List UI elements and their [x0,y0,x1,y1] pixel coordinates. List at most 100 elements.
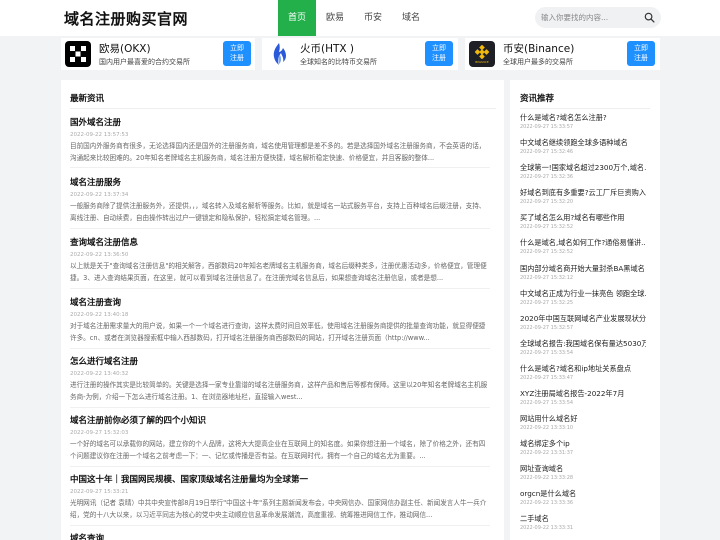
exchange-name[interactable]: 欧易(OKX) [99,41,151,56]
recommend-item-date: 2022-09-22 13:33:28 [520,475,574,481]
register-button-line2: 注册 [230,54,244,62]
divider [70,407,490,408]
article-item: 国外域名注册 2022-09-22 13:57:53 目前国内外服务商有很多，无… [70,116,490,164]
divider [520,108,650,109]
recommend-item-date: 2022-09-27 15:32:36 [520,174,574,180]
register-button-htx[interactable]: 立即 注册 [425,41,453,66]
recommend-item-date: 2022-09-22 13:31:37 [520,450,574,456]
recommend-item-date: 2022-09-27 15:33:54 [520,400,574,406]
recommend-item-title[interactable]: 网站用什么域名好 [520,414,646,424]
recommend-item-date: 2022-09-27 15:32:20 [520,199,574,205]
binance-logo-icon: BINANCE [469,41,495,67]
main-nav: 首页 欧易 币安 域名 [278,0,430,36]
recommend-item: 二手域名 2022-09-22 13:33:31 [520,514,646,531]
article-title[interactable]: 域名注册前你必须了解的四个小知识 [70,414,490,426]
recommend-item-title[interactable]: 中文域名继续领跑全球多语种域名 [520,138,646,148]
article-date: 2022-09-22 13:57:53 [70,132,129,138]
recommend-item-title[interactable]: 什么是域名,域名如何工作?通俗易懂讲... [520,238,646,248]
site-header: 域名注册购买官网 首页 欧易 币安 域名 输入你要找的内容... [0,0,720,36]
recommend-item-date: 2022-09-22 13:33:10 [520,425,574,431]
recommend-item: 域名绑定多个ip 2022-09-22 13:31:37 [520,439,646,456]
recommend-item-date: 2022-09-27 15:32:57 [520,325,574,331]
recommend-item-date: 2022-09-27 15:33:57 [520,124,574,130]
recommend-item: 中文域名正成为行业一抹亮色 领跑全球... 2022-09-27 15:32:2… [520,289,646,306]
recommend-item-title[interactable]: 什么是域名?域名和ip地址关系盘点 [520,364,646,374]
recommend-item-date: 2022-09-27 15:32:46 [520,149,574,155]
recommend-item-title[interactable]: 网址查询域名 [520,464,646,474]
recommend-item: orgcn是什么域名 2022-09-22 13:33:36 [520,489,646,506]
divider [70,108,496,109]
divider [70,228,490,229]
recommend-item: 2020年中国互联网域名产业发展现状分... 2022-09-27 15:32:… [520,314,646,331]
recommend-item-title[interactable]: 二手域名 [520,514,646,524]
recommend-item: 全球第一!国家域名超过2300万个,域名... 2022-09-27 15:32… [520,163,646,180]
nav-okx[interactable]: 欧易 [316,0,354,36]
divider [70,288,490,289]
article-date: 2022-09-22 13:36:50 [70,252,129,258]
divider [70,348,490,349]
recommend-item-title[interactable]: 买了域名怎么用?域名有哪些作用 [520,213,646,223]
nav-binance[interactable]: 币安 [354,0,392,36]
exchange-name[interactable]: 币安(Binance) [503,41,574,56]
recommend-item-title[interactable]: 好域名到底有多重要?云工厂斥巨资购入... [520,188,646,198]
article-excerpt: 对于域名注册需求量大的用户说，如果一个一个域名进行查询，这样太费时间且效率低，使… [70,322,486,342]
nav-domain[interactable]: 域名 [392,0,430,36]
htx-logo-icon [266,41,292,67]
exchange-card-okx: 欧易(OKX) 国内用户最喜爱的合约交易所 立即 注册 [61,38,255,70]
register-button-binance[interactable]: 立即 注册 [627,41,655,66]
recommend-item-title[interactable]: 域名绑定多个ip [520,439,646,449]
article-title[interactable]: 域名查询 [70,532,490,540]
article-date: 2022-09-27 15:32:03 [70,430,129,436]
divider [70,466,490,467]
article-item: 域名注册查询 2022-09-22 13:40:18 对于域名注册需求量大的用户… [70,296,490,344]
article-item: 域名注册服务 2022-09-22 13:37:34 一般服务商除了提供注册服务… [70,176,490,224]
article-item: 中国这十年｜我国网民规模、国家顶级域名注册量均为全球第一 2022-09-27 … [70,473,490,521]
article-date: 2022-09-27 15:33:21 [70,489,129,495]
recommend-item-title[interactable]: 全球第一!国家域名超过2300万个,域名... [520,163,646,173]
article-title[interactable]: 中国这十年｜我国网民规模、国家顶级域名注册量均为全球第一 [70,473,490,485]
register-button-line2: 注册 [432,54,446,62]
recommend-item-title[interactable]: 中文域名正成为行业一抹亮色 领跑全球... [520,289,646,299]
recommend-item-date: 2022-09-22 13:33:36 [520,500,574,506]
register-button-line1: 立即 [432,44,446,52]
recommend-item: 什么是域名,域名如何工作?通俗易懂讲... 2022-09-27 15:32:5… [520,238,646,255]
nav-home[interactable]: 首页 [278,0,316,36]
recommend-item: 什么是域名?域名和ip地址关系盘点 2022-09-27 15:33:47 [520,364,646,381]
article-date: 2022-09-22 13:37:34 [70,192,129,198]
article-title[interactable]: 国外域名注册 [70,116,490,128]
recommend-item-title[interactable]: 全球域名报告:我国域名保有量达5030万... [520,339,646,349]
search-box[interactable]: 输入你要找的内容... [535,7,661,28]
register-button-line2: 注册 [634,54,648,62]
article-excerpt: 一个好的域名可以承载你的网站，建立你的个人品牌，这将大大提高企业在互联网上的知名… [70,440,486,460]
article-excerpt: 以上就是关于"查询域名注册信息"的相关解答，西部数码20年知名老牌域名主机服务商… [70,262,487,282]
search-icon[interactable] [644,12,655,23]
article-item: 怎么进行域名注册 2022-09-22 13:40:32 进行注册的操作其实是比… [70,355,490,403]
recommend-item: 什么是域名?域名怎么注册? 2022-09-27 15:33:57 [520,113,646,130]
article-title[interactable]: 域名注册服务 [70,176,490,188]
recommend-item-date: 2022-09-27 15:32:25 [520,300,574,306]
divider [70,167,490,168]
recommend-item: 好域名到底有多重要?云工厂斥巨资购入... 2022-09-27 15:32:2… [520,188,646,205]
recommend-item-title[interactable]: 2020年中国互联网域名产业发展现状分... [520,314,646,324]
okx-logo-icon [65,41,91,67]
exchange-name[interactable]: 火币(HTX ) [300,41,354,56]
recommend-item: 网址查询域名 2022-09-22 13:33:28 [520,464,646,481]
recommend-item-date: 2022-09-22 13:33:31 [520,525,574,531]
article-title[interactable]: 域名注册查询 [70,296,490,308]
article-title[interactable]: 查询域名注册信息 [70,236,490,248]
register-button-okx[interactable]: 立即 注册 [223,41,251,66]
article-title[interactable]: 怎么进行域名注册 [70,355,490,367]
article-item: 域名查询 [70,532,490,540]
recommend-item-title[interactable]: 国内部分域名商开始大量封杀BA黑域名 [520,264,646,274]
recommend-item-date: 2022-09-27 15:32:52 [520,249,574,255]
recommend-item-title[interactable]: 什么是域名?域名怎么注册? [520,113,646,123]
recommend-item: 买了域名怎么用?域名有哪些作用 2022-09-27 15:32:52 [520,213,646,230]
exchange-desc: 全球用户最多的交易所 [503,58,573,66]
search-input[interactable]: 输入你要找的内容... [541,12,608,23]
site-logo[interactable]: 域名注册购买官网 [64,8,188,29]
exchange-card-binance: BINANCE 币安(Binance) 全球用户最多的交易所 立即 注册 [465,38,660,70]
article-excerpt: 一般服务商除了提供注册服务外，还提供，，，域名转入及域名解析等服务。比如，就是域… [70,202,486,222]
recommend-item: 全球域名报告:我国域名保有量达5030万... 2022-09-27 15:33… [520,339,646,356]
recommend-item-title[interactable]: orgcn是什么域名 [520,489,646,499]
recommend-item-title[interactable]: XYZ注册局域名报告-2022年7月 [520,389,646,399]
